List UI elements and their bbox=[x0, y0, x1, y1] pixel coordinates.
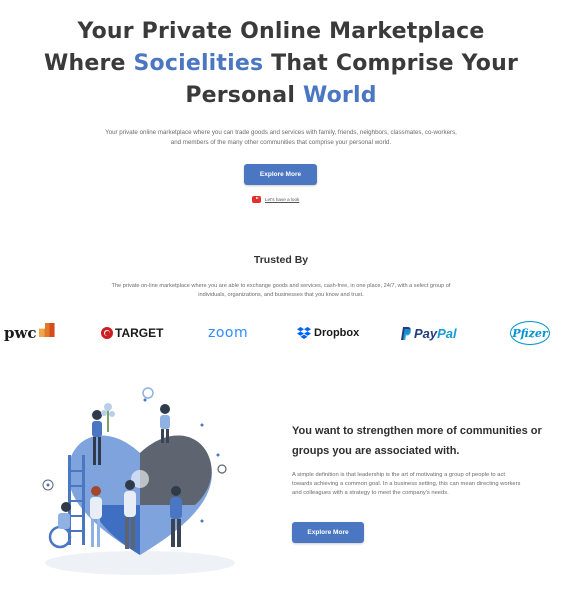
video-link[interactable]: Let's have a look bbox=[252, 195, 299, 203]
pwc-blocks-icon bbox=[38, 323, 55, 337]
person-6-head bbox=[171, 486, 181, 496]
logo-pwc-label: pwc bbox=[4, 324, 37, 342]
logo-pwc: pwc bbox=[4, 322, 55, 344]
hero-title-accent-socielities: Socielities bbox=[133, 51, 264, 76]
person-2-body bbox=[160, 415, 170, 429]
paypal-logo-icon bbox=[401, 326, 411, 340]
pfizer-oval: Pfizer bbox=[510, 321, 550, 345]
hero-title-line1: Your Private Online Marketplace bbox=[77, 19, 485, 44]
youtube-play-icon bbox=[252, 195, 261, 203]
target-logo-icon bbox=[101, 327, 113, 339]
person-3-body bbox=[58, 513, 70, 529]
hero-title: Your Private Online Marketplace Where So… bbox=[0, 16, 562, 112]
dropbox-logo-icon bbox=[297, 327, 311, 339]
logo-pfizer: Pfizer bbox=[510, 321, 550, 345]
hero-description: Your private online marketplace where yo… bbox=[105, 129, 457, 146]
person-1-head bbox=[92, 410, 102, 420]
plant-stem bbox=[107, 410, 109, 432]
logo-paypal-label-pal: Pal bbox=[437, 325, 457, 341]
logo-paypal: Pay Pal bbox=[401, 322, 457, 344]
person-2-head bbox=[160, 404, 170, 414]
logo-zoom-label: zoom bbox=[208, 325, 249, 341]
logo-target: TARGET bbox=[101, 322, 163, 344]
feature-description: A simple definition is that leadership i… bbox=[292, 472, 521, 496]
person-5-body bbox=[124, 491, 136, 517]
swirl-icon bbox=[217, 464, 227, 474]
trusted-by-description: The private on-line marketplace where yo… bbox=[111, 283, 451, 298]
community-puzzle-illustration bbox=[42, 387, 235, 575]
speech-bubble-icon bbox=[142, 387, 154, 399]
person-4-body bbox=[90, 497, 102, 519]
wheelchair-wheel bbox=[48, 525, 72, 549]
logo-paypal-label-pay: Pay bbox=[414, 325, 438, 341]
hero-explore-more-button[interactable]: Explore More bbox=[244, 164, 317, 185]
logo-dropbox: Dropbox bbox=[297, 322, 359, 344]
hero-title-line2a: Where bbox=[44, 51, 134, 76]
person-1-body bbox=[92, 421, 102, 437]
person-5-head bbox=[125, 480, 135, 490]
logo-target-label: TARGET bbox=[115, 326, 164, 340]
hero-title-accent-world: World bbox=[302, 83, 377, 108]
hero-title-line2b: That Comprise Your bbox=[263, 51, 518, 76]
logo-pfizer-label: Pfizer bbox=[512, 326, 548, 340]
logo-zoom: zoom bbox=[208, 322, 248, 344]
person-4-head bbox=[91, 486, 101, 496]
trusted-by-heading: Trusted By bbox=[253, 254, 309, 266]
person-6-body bbox=[170, 497, 182, 519]
hero-title-line3a: Personal bbox=[185, 83, 303, 108]
logo-dropbox-label: Dropbox bbox=[314, 327, 360, 339]
video-link-label: Let's have a look bbox=[265, 196, 300, 202]
feature-title: You want to strengthen more of communiti… bbox=[292, 425, 542, 457]
person-3-head bbox=[61, 502, 71, 512]
feature-explore-more-button[interactable]: Explore More bbox=[292, 522, 364, 543]
